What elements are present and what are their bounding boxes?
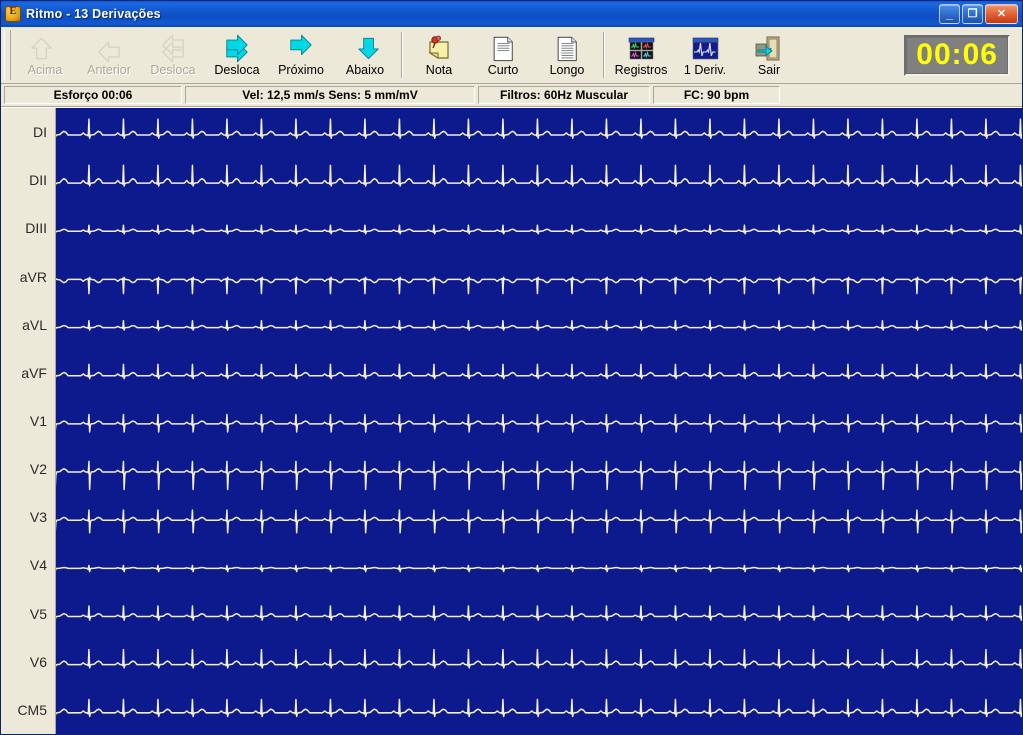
lead-label-dii: DII [29,172,47,189]
ecg-trace-v4 [56,564,1022,573]
close-button[interactable]: ✕ [985,4,1018,24]
status-effort: Esforço 00:06 [4,86,182,104]
arrow-left-icon [92,33,126,63]
restore-button[interactable]: ❐ [962,4,983,24]
app-icon [5,5,21,22]
ecg-trace-diii [56,224,1022,235]
lead-label-avf: aVF [21,364,47,381]
arrow-double-left-icon [156,33,190,63]
ecg-display-area: DI DII DIII aVR aVL aVF V1 V2 V3 V4 V5 V6 CM5 [1,107,1022,734]
toolbar-separator [603,32,605,78]
minimize-icon: _ [945,6,954,21]
toolbar-button-label: Curto [487,63,519,77]
window-title: Ritmo - 13 Derivações [26,7,161,21]
ecg-trace-avr [56,276,1022,295]
close-icon: ✕ [996,7,1007,20]
ecg-trace-avf [56,363,1022,380]
toolbar-button-label: 1 Deriv. [683,63,727,77]
lead-label-di: DI [33,124,47,141]
arrow-down-icon [348,33,382,63]
lead-label-diii: DIII [25,220,47,237]
toolbar-button-registros[interactable]: Registros [609,28,673,83]
status-speed-sens: Vel: 12,5 mm/s Sens: 5 mm/mV [185,86,475,104]
toolbar-button-label: Nota [425,63,453,77]
toolbar-button-label: Longo [549,63,585,77]
toolbar-button-label: Acima [27,63,63,77]
toolbar-button-desloca-prev: Desloca [141,28,205,83]
ecg-trace-v1 [56,413,1022,433]
lead-label-v3: V3 [29,509,47,526]
window-controls: _ ❐ ✕ [939,4,1020,24]
arrow-right-icon [284,33,318,63]
document-short-icon [486,33,520,63]
status-filters: Filtros: 60Hz Muscular [478,86,650,104]
arrow-double-right-icon [220,33,254,63]
ecg-trace-v2 [56,460,1022,491]
ecg-trace-dii [56,164,1022,187]
ecg-traces-panel[interactable] [56,108,1022,734]
lead-label-cm5: CM5 [17,701,47,718]
ecg-trace-avl [56,319,1022,331]
toolbar-button-label: Sair [757,63,781,77]
exit-door-icon [752,33,786,63]
arrow-up-icon [28,33,62,63]
status-bar: Esforço 00:06 Vel: 12,5 mm/s Sens: 5 mm/… [1,84,1022,107]
toolbar-button-1deriv[interactable]: 1 Deriv. [673,28,737,83]
toolbar-button-group: Acima Anterior Desloca Desloca Próximo A… [13,28,801,83]
restore-icon: ❐ [967,7,978,20]
toolbar-button-acima: Acima [13,28,77,83]
status-filler [783,86,1020,104]
toolbar-button-anterior: Anterior [77,28,141,83]
lead-label-v2: V2 [29,461,47,478]
toolbar-separator [401,32,403,78]
records-grid-icon [624,33,658,63]
lead-label-column: DI DII DIII aVR aVL aVF V1 V2 V3 V4 V5 V6 CM5 [1,108,56,734]
sticky-note-icon [422,33,456,63]
toolbar-button-proximo[interactable]: Próximo [269,28,333,83]
ecg-trace-di [56,118,1022,139]
ecg-trace-v3 [56,509,1022,534]
toolbar-button-curto[interactable]: Curto [471,28,535,83]
toolbar-button-label: Registros [614,63,668,77]
lead-label-v6: V6 [29,653,47,670]
document-long-icon [550,33,584,63]
toolbar-button-label: Próximo [278,63,324,77]
ecg-trace-cm5 [56,698,1022,718]
lead-label-v5: V5 [29,605,47,622]
lead-label-avl: aVL [22,316,47,333]
toolbar-button-sair[interactable]: Sair [737,28,801,83]
toolbar-button-label: Desloca [214,63,260,77]
toolbar-button-label: Abaixo [345,63,385,77]
main-toolbar: Acima Anterior Desloca Desloca Próximo A… [1,27,1022,84]
status-heart-rate: FC: 90 bpm [653,86,780,104]
toolbar-button-label: Desloca [150,63,196,77]
timer-value: 00:06 [916,38,998,71]
ecg-trace-v6 [56,648,1022,669]
toolbar-grip[interactable] [4,30,11,80]
toolbar-button-abaixo[interactable]: Abaixo [333,28,397,83]
toolbar-button-longo[interactable]: Longo [535,28,599,83]
lead-label-avr: aVR [19,268,47,285]
lead-label-v1: V1 [29,413,47,430]
ritmo-window: Ritmo - 13 Derivações _ ❐ ✕ Acima Anteri… [0,0,1023,735]
single-lead-icon [688,33,722,63]
toolbar-button-desloca-next[interactable]: Desloca [205,28,269,83]
ecg-waveform-svg [56,118,1022,718]
ecg-trace-v5 [56,605,1022,621]
toolbar-button-nota[interactable]: Nota [407,28,471,83]
minimize-button[interactable]: _ [939,4,960,24]
elapsed-timer: 00:06 [902,33,1012,78]
window-titlebar[interactable]: Ritmo - 13 Derivações _ ❐ ✕ [1,1,1022,27]
lead-label-v4: V4 [29,557,47,574]
toolbar-button-label: Anterior [87,63,131,77]
